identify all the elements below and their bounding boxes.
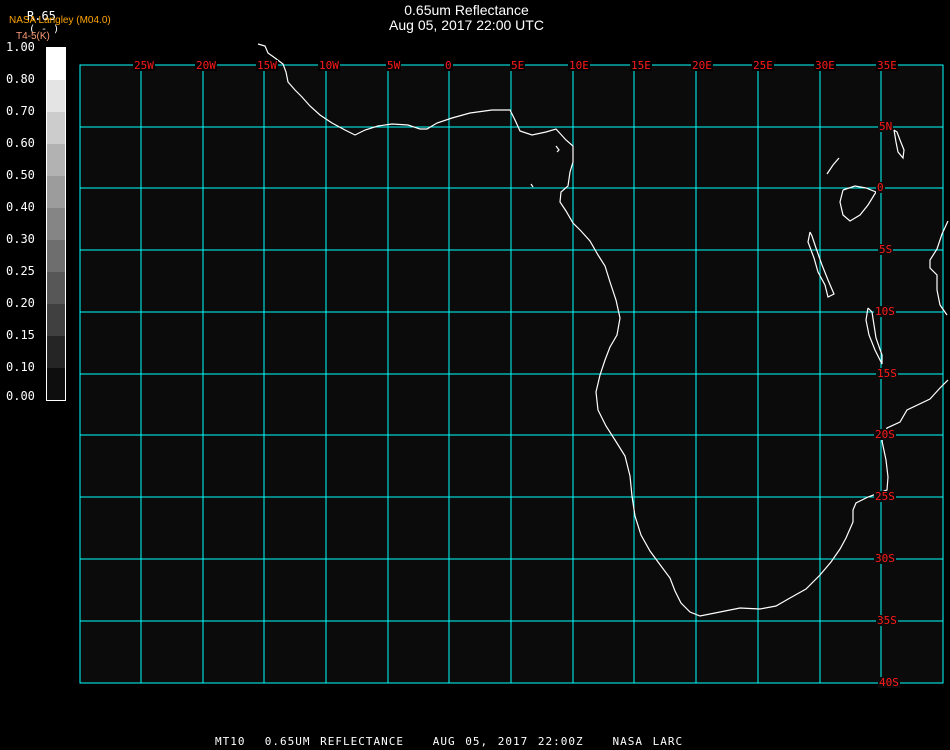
longitude-label: 10E <box>568 59 590 72</box>
longitude-label: 10W <box>318 59 340 72</box>
latitude-label: 5N <box>878 120 894 133</box>
longitude-label: 30E <box>814 59 836 72</box>
map-panel <box>79 43 949 684</box>
longitude-label: 0 <box>444 59 453 72</box>
latitude-label: 40S <box>878 676 900 689</box>
latitude-label: 30S <box>874 552 896 565</box>
longitude-label: 35E <box>876 59 898 72</box>
longitude-label: 20W <box>195 59 217 72</box>
longitude-label: 15W <box>256 59 278 72</box>
longitude-label: 15E <box>630 59 652 72</box>
footer-caption: MT10 0.65UM REFLECTANCE AUG 05, 2017 22:… <box>215 735 684 748</box>
latitude-label: 10S <box>874 305 896 318</box>
latitude-label: 5S <box>878 243 894 256</box>
latitude-label: 0 <box>876 181 885 194</box>
latitude-label: 15S <box>876 367 898 380</box>
longitude-label: 5E <box>510 59 526 72</box>
longitude-label: 5W <box>386 59 402 72</box>
longitude-label: 20E <box>691 59 713 72</box>
latitude-label: 20S <box>874 428 896 441</box>
latitude-label: 35S <box>876 614 898 627</box>
longitude-label: 25W <box>133 59 155 72</box>
longitude-label: 25E <box>752 59 774 72</box>
latitude-label: 25S <box>874 490 896 503</box>
